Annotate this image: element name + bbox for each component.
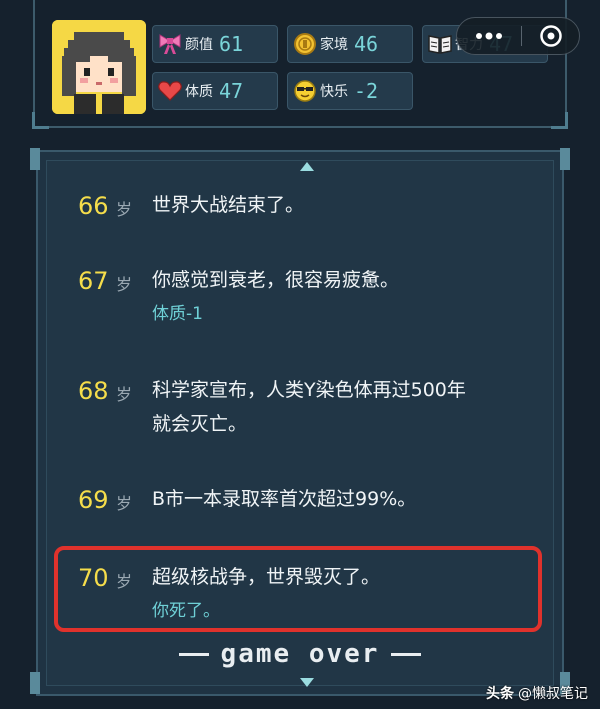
coin-icon bbox=[292, 31, 318, 57]
stat-label: 体质 bbox=[185, 84, 213, 100]
sunglasses-face-icon bbox=[292, 78, 318, 104]
stat-constitution: 体质 47 bbox=[152, 72, 278, 110]
entry-age-unit: 岁 bbox=[116, 494, 133, 513]
entry-text: 科学家宣布，人类Y染色体再过500年 就会灭亡。 bbox=[152, 373, 552, 441]
entry-age-unit: 岁 bbox=[116, 385, 133, 404]
bow-icon bbox=[157, 31, 183, 57]
heart-icon bbox=[157, 78, 183, 104]
entry-age-unit: 岁 bbox=[116, 200, 133, 219]
banner-dash bbox=[178, 652, 209, 656]
stat-value: 47 bbox=[219, 79, 244, 103]
entry-age: 66 bbox=[78, 192, 109, 220]
entry-age: 68 bbox=[78, 377, 109, 405]
entry-line: B市一本录取率首次超过99%。 bbox=[152, 488, 417, 510]
panel-corner bbox=[30, 148, 40, 170]
entry-line: 你感觉到衰老，很容易疲惫。 bbox=[152, 269, 400, 291]
entry-age: 67 bbox=[78, 267, 109, 295]
entry-text: B市一本录取率首次超过99%。 bbox=[152, 482, 552, 516]
scroll-up-arrow-icon[interactable] bbox=[300, 162, 314, 171]
stat-value: 46 bbox=[354, 32, 379, 56]
stat-happiness: 快乐 -2 bbox=[287, 72, 413, 110]
entry-stat-change: 体质-1 bbox=[152, 304, 203, 324]
close-button[interactable] bbox=[522, 18, 579, 54]
entry-line: 科学家宣布，人类Y染色体再过500年 bbox=[152, 379, 466, 401]
final-entry-highlight bbox=[54, 546, 542, 632]
entry-text: 你感觉到衰老，很容易疲惫。 体质-1 bbox=[152, 263, 552, 331]
entry-age: 69 bbox=[78, 486, 109, 514]
stat-family: 家境 46 bbox=[287, 25, 413, 63]
game-screen: 颜值 61 家境 46 智力 47 bbox=[0, 0, 600, 709]
entry-line: 世界大战结束了。 bbox=[152, 194, 305, 216]
book-icon bbox=[427, 31, 453, 57]
more-button[interactable] bbox=[457, 18, 521, 54]
stat-value: 61 bbox=[219, 32, 244, 56]
watermark: 头条 @懒叔笔记 bbox=[486, 683, 588, 703]
entry-age-unit: 岁 bbox=[116, 275, 133, 294]
stat-label: 颜值 bbox=[185, 37, 213, 53]
target-close-icon bbox=[539, 25, 562, 47]
entry-line: 就会灭亡。 bbox=[152, 413, 248, 435]
more-dots-icon bbox=[476, 32, 502, 40]
miniprogram-capsule bbox=[456, 17, 580, 55]
entry-text: 世界大战结束了。 bbox=[152, 188, 552, 222]
game-over-banner: game over bbox=[140, 638, 460, 670]
stat-label: 家境 bbox=[320, 37, 348, 53]
scroll-down-arrow-icon[interactable] bbox=[300, 678, 314, 687]
panel-corner bbox=[30, 672, 40, 694]
stat-label: 快乐 bbox=[320, 84, 348, 100]
stat-value: -2 bbox=[354, 79, 379, 103]
panel-corner bbox=[560, 148, 570, 170]
game-over-text: game over bbox=[220, 639, 380, 669]
stat-appearance: 颜值 61 bbox=[152, 25, 278, 63]
watermark-author: @懒叔笔记 bbox=[518, 686, 588, 702]
avatar bbox=[52, 20, 146, 114]
banner-dash bbox=[391, 652, 422, 656]
watermark-brand: 头条 bbox=[486, 686, 514, 702]
